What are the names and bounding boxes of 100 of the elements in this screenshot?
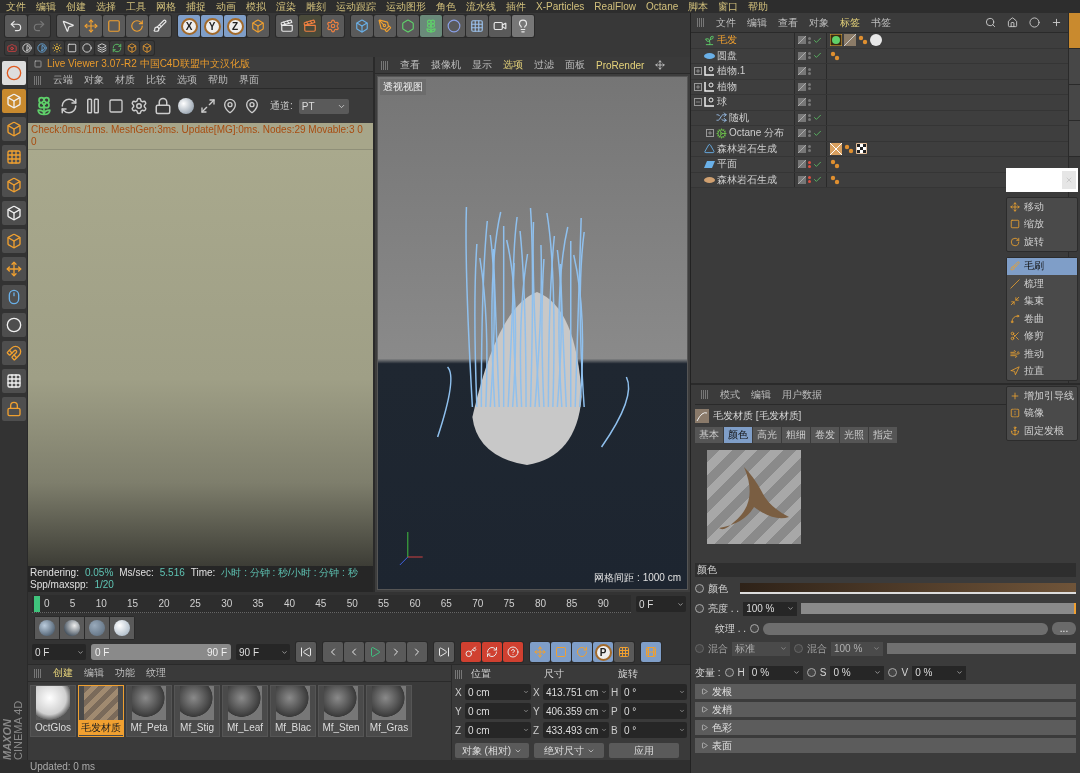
tool-menu-item[interactable]: 毛刷	[1007, 257, 1077, 275]
material-swatch[interactable]: Mf_Leaf	[222, 685, 268, 737]
menu-item[interactable]: 选项	[503, 58, 523, 72]
tool-menu-item[interactable]: 拉直	[1007, 362, 1077, 380]
tool-menu-item[interactable]: 梳理	[1007, 275, 1077, 293]
menu-item[interactable]: 标签	[840, 15, 860, 30]
position-field[interactable]: 0 cm	[465, 722, 531, 738]
menu-item[interactable]: 界面	[239, 73, 259, 87]
more-button[interactable]: ...	[1052, 622, 1076, 635]
variation-field[interactable]: 0 %	[748, 665, 803, 680]
material-swatch[interactable]: 毛发材质	[78, 685, 124, 737]
menu-item[interactable]: X-Particles	[536, 0, 585, 13]
tool-menu-item[interactable]: 集束	[1007, 292, 1077, 310]
menu-item[interactable]: 查看	[400, 58, 420, 72]
tool-menu-item[interactable]: 镜像	[1007, 404, 1077, 422]
menu-item[interactable]: 材质	[115, 73, 135, 87]
tool-menu-item[interactable]: 固定发根	[1007, 422, 1077, 440]
attribute-tab[interactable]: 基本	[695, 427, 723, 443]
brightness-field[interactable]: 100 %	[743, 601, 798, 616]
menu-item[interactable]: 插件	[506, 0, 526, 13]
tool-menu-item[interactable]: 卷曲	[1007, 310, 1077, 328]
menu-item[interactable]: 显示	[472, 58, 492, 72]
material-swatch[interactable]: Mf_Peta	[126, 685, 172, 737]
tool-menu-item[interactable]: 修剪	[1007, 327, 1077, 345]
menu-item[interactable]: 文件	[716, 15, 736, 30]
object-name[interactable]: 随机	[729, 110, 749, 125]
menu-item[interactable]: 渲染	[276, 0, 296, 13]
size-mode-dropdown[interactable]: 绝对尺寸	[534, 743, 604, 758]
menu-item[interactable]: 模拟	[246, 0, 266, 13]
menu-item[interactable]: ProRender	[596, 59, 645, 71]
menu-item[interactable]: 帮助	[208, 73, 228, 87]
menu-item[interactable]: 创建	[66, 0, 86, 13]
position-field[interactable]: 0 cm	[465, 703, 531, 719]
object-name[interactable]: 森林岩石生成	[717, 172, 777, 187]
menu-item[interactable]: 帮助	[748, 0, 769, 13]
menu-item[interactable]: 编辑	[751, 387, 771, 402]
menu-item[interactable]: 编辑	[84, 666, 104, 680]
menu-item[interactable]: 书签	[871, 15, 891, 30]
menu-item[interactable]: 文件	[6, 0, 26, 13]
menu-item[interactable]: 模式	[720, 387, 740, 402]
apply-button[interactable]: 应用	[609, 743, 679, 758]
object-name[interactable]: 平面	[717, 157, 737, 172]
menu-item[interactable]: 运动跟踪	[336, 0, 376, 13]
material-swatch[interactable]: Mf_Stig	[174, 685, 220, 737]
rotation-field[interactable]: 0 °	[621, 703, 687, 719]
menu-item[interactable]: 捕捉	[186, 0, 206, 13]
menu-item[interactable]: 角色	[436, 0, 456, 13]
collapsed-group[interactable]: 色彩	[695, 720, 1076, 735]
menu-item[interactable]: 对象	[809, 15, 829, 30]
variation-field[interactable]: 0 %	[830, 665, 885, 680]
menu-item[interactable]: 窗口	[718, 0, 739, 13]
viewport-canvas[interactable]: 透视视图 网格间距 : 1000 cm	[377, 76, 688, 590]
channel-select[interactable]: PT	[298, 98, 349, 114]
menu-item[interactable]: 纹理	[146, 666, 166, 680]
object-name[interactable]: 植物	[717, 79, 737, 94]
material-swatch[interactable]: Mf_Blac	[270, 685, 316, 737]
start-frame-field[interactable]: 0 F	[32, 644, 86, 660]
collapsed-group[interactable]: 发梢	[695, 702, 1076, 717]
tool-menu-item[interactable]: 旋转	[1007, 233, 1077, 251]
current-frame-field[interactable]: 0 F	[636, 596, 686, 612]
object-name[interactable]: 毛发	[717, 33, 737, 48]
object-name[interactable]: 圆盘	[717, 48, 737, 63]
axis-lock-button[interactable]: Y	[201, 15, 223, 37]
menu-item[interactable]: 编辑	[36, 0, 56, 13]
axis-lock-button[interactable]: Z	[224, 15, 246, 37]
position-field[interactable]: 0 cm	[465, 684, 531, 700]
attribute-tab[interactable]: 高光	[753, 427, 781, 443]
menu-item[interactable]: 过滤	[534, 58, 554, 72]
collapsed-group[interactable]: 表面	[695, 738, 1076, 753]
menu-item[interactable]: 摄像机	[431, 58, 461, 72]
material-swatch[interactable]: Mf_Gras	[366, 685, 412, 737]
attribute-tab[interactable]: 颜色	[724, 427, 752, 443]
menu-item[interactable]: 运动图形	[386, 0, 426, 13]
key-parameter-button[interactable]: P	[593, 642, 613, 662]
menu-item[interactable]: 流水线	[466, 0, 496, 13]
attribute-tab[interactable]: 光照	[840, 427, 868, 443]
material-swatch[interactable]: OctGlos	[30, 685, 76, 737]
attribute-tab[interactable]: 粗细	[782, 427, 810, 443]
attribute-tab[interactable]: 卷发	[811, 427, 839, 443]
tool-menu-item[interactable]: 移动	[1007, 198, 1077, 216]
object-name[interactable]: 球	[717, 95, 727, 110]
menu-item[interactable]: 雕刻	[306, 0, 326, 13]
end-frame-field[interactable]: 90 F	[236, 644, 290, 660]
material-swatch[interactable]: Mf_Sten	[318, 685, 364, 737]
menu-item[interactable]: 网格	[156, 0, 176, 13]
menu-item[interactable]: 面板	[565, 58, 585, 72]
tool-menu-item[interactable]: 增加引导线	[1007, 387, 1077, 405]
menu-item[interactable]: 查看	[778, 15, 798, 30]
size-field[interactable]: 406.359 cm	[543, 703, 609, 719]
menu-item[interactable]: 脚本	[688, 0, 709, 13]
menu-item[interactable]: 编辑	[747, 15, 767, 30]
size-field[interactable]: 433.493 cm	[543, 722, 609, 738]
coordinate-mode-dropdown[interactable]: 对象 (相对)	[455, 743, 529, 758]
menu-item[interactable]: 云端	[53, 73, 73, 87]
menu-item[interactable]: 工具	[126, 0, 146, 13]
axis-lock-button[interactable]: X	[178, 15, 200, 37]
menu-item[interactable]: 比较	[146, 73, 166, 87]
menu-item[interactable]: 对象	[84, 73, 104, 87]
tool-menu-item[interactable]: 缩放	[1007, 215, 1077, 233]
collapsed-group[interactable]: 发根	[695, 684, 1076, 699]
